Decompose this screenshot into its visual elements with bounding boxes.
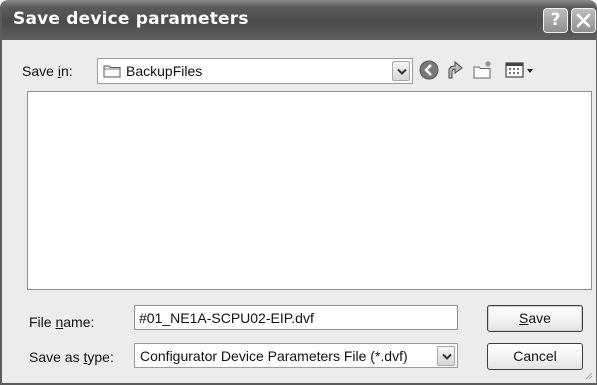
close-icon [576,13,591,28]
save-as-type-dropdown-arrow[interactable] [437,346,455,366]
save-button[interactable]: Save [487,305,583,332]
chevron-down-icon [397,68,407,75]
help-button[interactable]: ? [543,8,568,33]
save-as-type-dropdown[interactable]: Configurator Device Parameters File (*.d… [134,343,458,368]
save-as-type-label: Save as type: [29,349,114,365]
file-name-input[interactable] [134,305,458,330]
save-in-dropdown-arrow[interactable] [392,61,410,81]
resize-grip-icon[interactable] [583,370,593,380]
cancel-button[interactable]: Cancel [487,343,583,370]
window-title: Save device parameters [13,9,249,29]
save-in-value: BackupFiles [126,63,203,79]
save-as-type-value: Configurator Device Parameters File (*.d… [140,348,408,364]
back-icon[interactable] [418,59,440,81]
new-folder-icon[interactable] [472,59,494,81]
file-list[interactable] [27,91,592,290]
title-bar: Save device parameters ? [2,0,596,40]
save-in-dropdown[interactable]: BackupFiles [97,58,413,84]
file-name-label: File name: [29,314,95,330]
chevron-down-icon [442,353,452,360]
save-in-label: Save in: [22,63,73,79]
save-dialog: Save device parameters ? Save in: Backup… [0,0,597,385]
up-folder-icon[interactable] [445,59,467,81]
folder-icon [103,65,121,78]
views-menu-icon[interactable] [504,59,538,81]
close-button[interactable] [571,8,596,33]
